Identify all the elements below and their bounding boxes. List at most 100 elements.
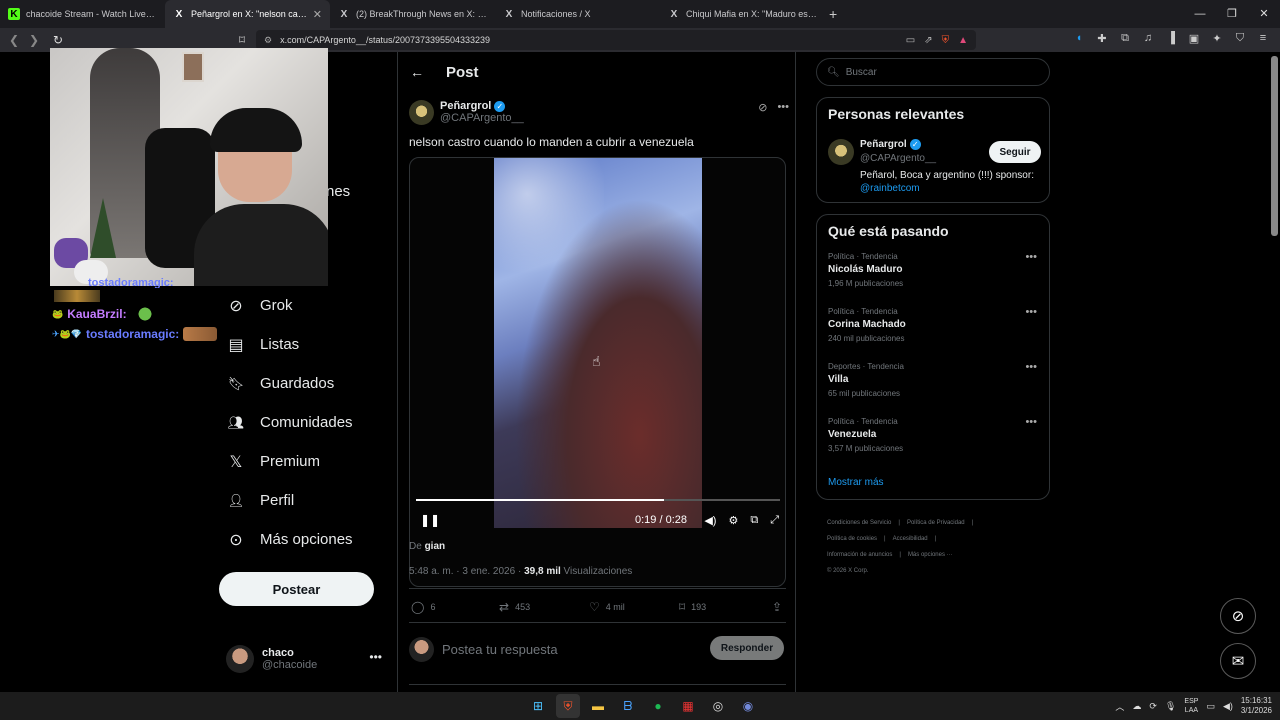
nav-item-premium[interactable]: 𝕏 Premium — [218, 442, 388, 481]
nav-item-comunidades[interactable]: 👥︎ Comunidades — [218, 403, 388, 442]
screenshot-icon[interactable]: ⧉ — [1118, 32, 1132, 45]
close-window-button[interactable]: ✕ — [1248, 0, 1280, 28]
back-icon[interactable]: ❮ — [4, 33, 24, 47]
person-handle[interactable]: @CAPArgento__ — [860, 153, 936, 164]
footer-link[interactable]: Política de Privacidad — [907, 520, 965, 526]
back-arrow-icon[interactable]: ← — [410, 64, 424, 80]
reload-icon[interactable]: ↻ — [48, 33, 68, 47]
maximize-button[interactable]: ❐ — [1216, 0, 1248, 28]
streaming-app-icon[interactable]: ▦ — [676, 694, 700, 718]
person-name[interactable]: Peñargrol ✓ — [860, 139, 921, 150]
address-bar[interactable]: ⚙ x.com/CAPArgento__/status/200737339550… — [256, 30, 976, 50]
spotify-icon[interactable]: ● — [646, 694, 670, 718]
tab-chacoide-stream[interactable]: K chacoide Stream - Watch Live on — [0, 0, 165, 28]
bing-icon[interactable]: ᗷ — [616, 694, 640, 718]
author-name[interactable]: Peñargrol ✓ — [440, 100, 524, 112]
new-tab-button[interactable]: + — [829, 6, 837, 22]
forward-icon[interactable]: ❯ — [24, 33, 44, 47]
more-icon[interactable]: ••• — [369, 650, 382, 664]
post-compose-button[interactable]: Postear — [219, 572, 374, 606]
account-switcher[interactable]: chaco @chacoide ••• — [226, 642, 386, 676]
grok-fab-button[interactable]: ⊘ — [1220, 598, 1256, 634]
trend-item[interactable]: Deportes · Tendencia Villa 65 mil public… — [817, 361, 1049, 416]
from-user-link[interactable]: gian — [425, 541, 446, 552]
nav-item-grok[interactable]: ⊘ Grok — [218, 286, 388, 325]
discord-icon[interactable]: ◉ — [736, 694, 760, 718]
bio-link[interactable]: @rainbetcom — [860, 183, 920, 194]
tab-notificaciones[interactable]: X Notificaciones / X — [495, 0, 660, 28]
repost-button[interactable]: ⇄ 453 — [499, 600, 530, 614]
footer-link[interactable]: Política de cookies — [827, 536, 877, 542]
avatar[interactable] — [828, 139, 854, 165]
tab-breakthrough-news[interactable]: X (2) BreakThrough News en X: "BREAK — [330, 0, 495, 28]
obs-icon[interactable]: ◎ — [706, 694, 730, 718]
messages-fab-button[interactable]: ✉ — [1220, 643, 1256, 679]
bookmark-page-icon[interactable]: ⌑ — [232, 33, 252, 47]
more-icon[interactable]: ••• — [1025, 416, 1037, 428]
extensions-icon[interactable]: ✚ — [1095, 32, 1109, 45]
bookmark-button[interactable]: ⌑ 193 — [679, 600, 706, 614]
avatar[interactable] — [409, 99, 434, 125]
brave-shield-icon[interactable]: ⛨ — [942, 35, 950, 46]
minimize-button[interactable]: — — [1184, 0, 1216, 28]
brave-rewards-icon[interactable]: ▲ — [958, 35, 968, 46]
picture-in-picture-icon[interactable]: ⧉ — [750, 514, 758, 527]
sync-icon[interactable]: ⟳ — [1149, 701, 1157, 712]
reply-submit-button[interactable]: Responder — [710, 636, 784, 660]
fullscreen-icon[interactable]: ⤢ — [770, 514, 779, 527]
volume-icon[interactable]: ◀) — [704, 514, 716, 527]
windows-start-icon[interactable]: ⊞ — [526, 694, 550, 718]
grok-explain-icon[interactable]: ⊘ — [758, 101, 767, 114]
search-input[interactable]: 🔍︎ Buscar — [816, 58, 1050, 86]
footer-link[interactable]: Accesibilidad — [893, 536, 928, 542]
pause-icon[interactable]: ❚❚ — [420, 513, 440, 527]
nav-item-listas[interactable]: ▤ Listas — [218, 325, 388, 364]
wallet-icon[interactable]: ▣ — [1187, 32, 1201, 45]
footer-link[interactable]: Más opciones ··· — [908, 552, 953, 558]
vpn-icon[interactable]: ⛉ — [1233, 32, 1247, 45]
reader-icon[interactable]: ▭ — [906, 35, 915, 46]
audio-icon[interactable]: ◖ — [1072, 32, 1086, 45]
clock[interactable]: 15:16:31 3/1/2026 — [1241, 696, 1272, 716]
more-icon[interactable]: ••• — [1025, 251, 1037, 263]
leo-ai-icon[interactable]: ✦ — [1210, 32, 1224, 45]
settings-gear-icon[interactable]: ⚙ — [728, 514, 738, 527]
brave-browser-icon[interactable]: ⛨ — [556, 694, 580, 718]
speaker-icon[interactable]: ◀) — [1223, 701, 1233, 712]
like-button[interactable]: ♡ 4 mil — [589, 600, 625, 614]
language-indicator[interactable]: ESP LAA — [1184, 697, 1198, 715]
music-icon[interactable]: ♫ — [1141, 32, 1155, 45]
microphone-icon[interactable]: 🎙︎ — [1165, 701, 1176, 712]
site-info-icon[interactable]: ⚙ — [264, 35, 272, 46]
menu-icon[interactable]: ≡ — [1256, 32, 1270, 45]
close-tab-icon[interactable]: ✕ — [313, 8, 322, 21]
reply-input[interactable]: Postea tu respuesta — [442, 642, 558, 657]
onedrive-icon[interactable]: ☁ — [1132, 701, 1141, 712]
reply-button[interactable]: ◯ 6 — [411, 600, 435, 614]
more-icon[interactable]: ••• — [1025, 306, 1037, 318]
trend-item[interactable]: Política · Tendencia Nicolás Maduro 1,96… — [817, 251, 1049, 306]
share-button[interactable]: ⇪ — [772, 600, 782, 614]
video-player[interactable]: ☝ ❚❚ 0:19 / 0:28 ◀) ⚙ ⧉ ⤢ — [409, 157, 786, 587]
network-icon[interactable]: ▭ — [1206, 701, 1215, 712]
show-more-link[interactable]: Mostrar más — [817, 471, 1049, 495]
post-timestamp[interactable]: 5:48 a. m. · 3 ene. 2026 · — [409, 566, 524, 577]
tab-chiqui-mafia[interactable]: X Chiqui Mafia en X: "Maduro esta mas — [660, 0, 825, 28]
trend-item[interactable]: Política · Tendencia Venezuela 3,57 M pu… — [817, 416, 1049, 471]
footer-link[interactable]: Información de anuncios — [827, 552, 892, 558]
author-handle[interactable]: @CAPArgento__ — [440, 112, 524, 124]
nav-item-mas-opciones[interactable]: ⊙ Más opciones — [218, 520, 388, 559]
trend-item[interactable]: Política · Tendencia Corina Machado 240 … — [817, 306, 1049, 361]
more-icon[interactable]: ••• — [1025, 361, 1037, 373]
more-icon[interactable]: ••• — [777, 101, 789, 114]
footer-link[interactable]: Condiciones de Servicio — [827, 520, 891, 526]
chevron-up-icon[interactable]: ︿ — [1115, 700, 1124, 713]
sidebar-icon[interactable]: ▐ — [1164, 32, 1178, 45]
tab-penargrol-post[interactable]: X Peñargrol en X: "nelson castro ✕ — [165, 0, 330, 28]
video-progress-bar[interactable] — [416, 499, 780, 501]
follow-button[interactable]: Seguir — [989, 141, 1041, 163]
share-icon[interactable]: ⇗ — [924, 35, 932, 46]
nav-item-perfil[interactable]: 👤︎ Perfil — [218, 481, 388, 520]
file-explorer-icon[interactable]: ▬ — [586, 694, 610, 718]
page-scrollbar[interactable] — [1271, 56, 1278, 236]
